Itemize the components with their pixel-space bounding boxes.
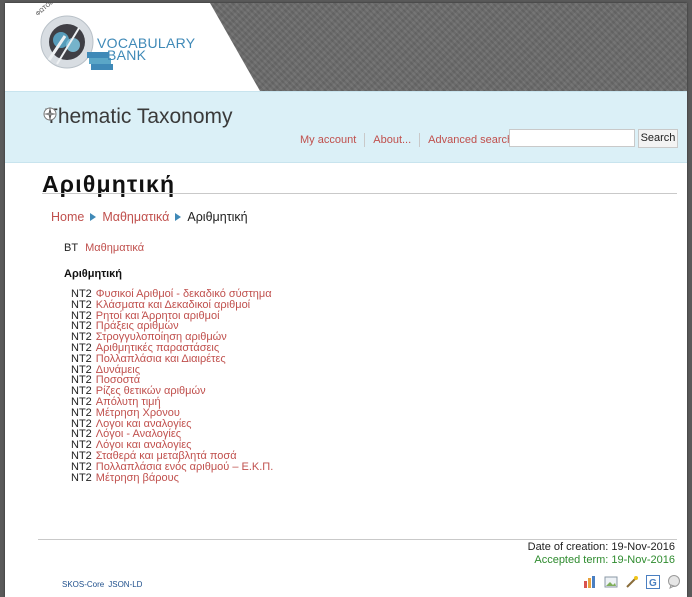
site-title[interactable]: Thematic Taxonomy — [45, 105, 233, 129]
narrower-terms-list: NT2 Φυσικοί Αριθμοί - δεκαδικό σύστημα NT2… — [71, 289, 273, 484]
magic-wand-icon[interactable] — [625, 575, 639, 589]
about-link[interactable]: About... — [373, 134, 411, 146]
image-icon[interactable] — [604, 575, 618, 589]
breadcrumb-current: Αριθμητική — [187, 210, 248, 224]
search-input[interactable] — [509, 129, 635, 147]
nt-tag: NT2 — [71, 460, 92, 473]
date-accepted: Accepted term: 19-Nov-2016 — [534, 554, 675, 566]
advanced-search-link[interactable]: Advanced search — [428, 134, 513, 146]
breadcrumb-arrow-icon — [90, 213, 97, 221]
broader-term-link[interactable]: Μαθηματικά — [85, 242, 144, 254]
concept-label: Αριθμητική — [64, 268, 123, 280]
chart-icon[interactable] — [583, 575, 597, 589]
nav-divider — [364, 133, 366, 147]
breadcrumb-parent[interactable]: Μαθηματικά — [102, 210, 169, 224]
nt-tag: NT2 — [71, 298, 92, 311]
export-formats: SKOS-Core JSON-LD — [62, 580, 142, 589]
footer-divider — [38, 539, 677, 540]
nt-tag: NT2 — [71, 471, 92, 484]
json-ld-link[interactable]: JSON-LD — [108, 580, 142, 589]
my-account-link[interactable]: My account — [300, 134, 356, 146]
compass-icon — [43, 107, 57, 121]
logo-text: VOCABULARY BANK — [97, 36, 195, 62]
google-icon[interactable]: G — [646, 575, 660, 589]
page-frame: ΦΩΤΟΔΕΝΤΡΟ VOCABULARY BANK Thematic Taxo… — [5, 3, 687, 597]
speech-bubble-icon[interactable] — [667, 575, 681, 589]
nt-tag: NT2 — [71, 352, 92, 365]
narrower-term-link[interactable]: Μέτρηση βάρους — [96, 472, 179, 484]
breadcrumb-home[interactable]: Home — [51, 210, 84, 224]
breadcrumb: Home Μαθηματικά Αριθμητική — [51, 210, 248, 224]
nav-divider — [419, 133, 421, 147]
skos-core-link[interactable]: SKOS-Core — [62, 580, 104, 589]
footer-icons: G — [583, 575, 681, 589]
broader-term-row: BT Μαθηματικά — [64, 242, 144, 254]
breadcrumb-arrow-icon — [175, 213, 182, 221]
header-band: Thematic Taxonomy — [5, 91, 687, 163]
svg-text:G: G — [649, 578, 657, 589]
nt-tag: NT2 — [71, 406, 92, 419]
top-navigation: My account About... Advanced search — [300, 133, 513, 147]
date-of-creation: Date of creation: 19-Nov-2016 — [527, 541, 675, 553]
heading-divider — [42, 193, 677, 194]
list-item: NT2 Μέτρηση βάρους — [71, 471, 273, 484]
search-button[interactable]: Search — [638, 129, 678, 148]
bt-tag: BT — [64, 242, 79, 254]
